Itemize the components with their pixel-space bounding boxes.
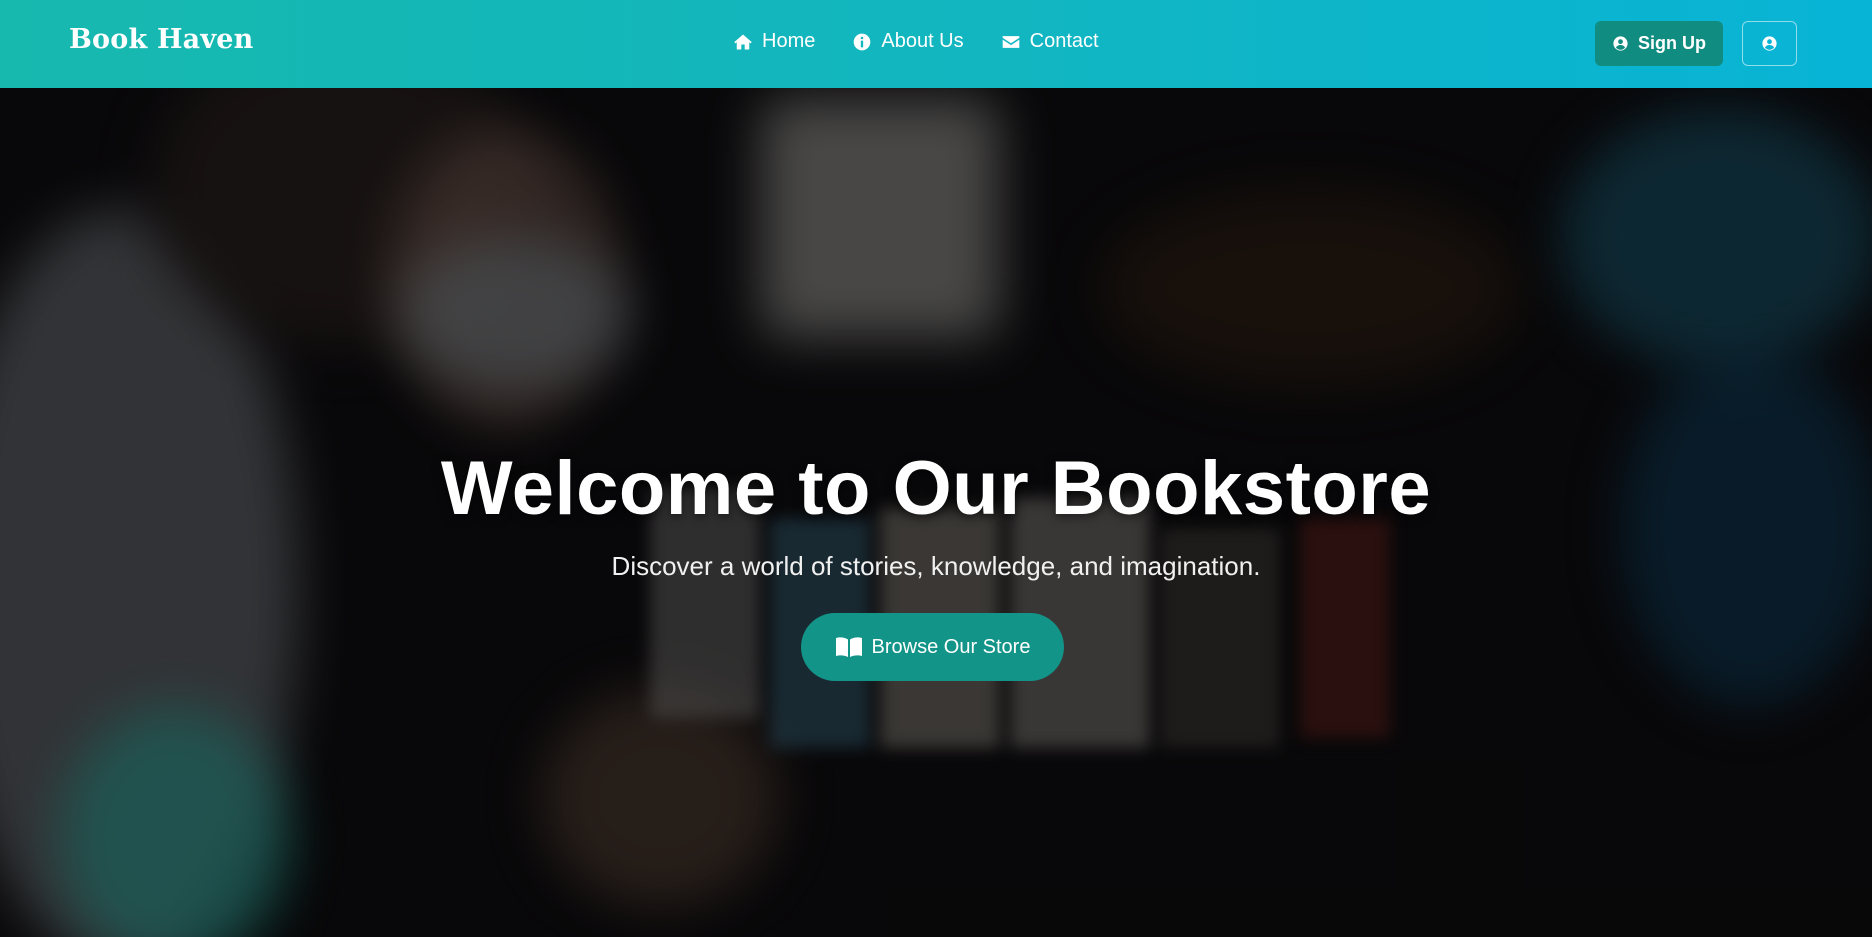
nav-link-about[interactable]: About Us <box>852 30 964 53</box>
open-book-icon <box>835 637 862 657</box>
hero-subtitle: Discover a world of stories, knowledge, … <box>611 551 1261 581</box>
nav-link-home[interactable]: Home <box>733 30 815 53</box>
brand-logo[interactable]: Book Haven <box>69 24 253 55</box>
user-circle-icon <box>1613 36 1628 51</box>
account-button[interactable] <box>1742 21 1797 66</box>
nav-link-label: Contact <box>1029 30 1099 52</box>
browse-store-button[interactable]: Browse Our Store <box>801 613 1064 681</box>
info-circle-icon <box>854 33 871 50</box>
nav-link-label: About Us <box>881 30 964 52</box>
nav-link-contact[interactable]: Contact <box>1001 30 1099 53</box>
browse-store-label: Browse Our Store <box>871 635 1031 658</box>
sign-up-label: Sign Up <box>1638 33 1706 53</box>
home-icon <box>734 34 752 49</box>
nav-link-label: Home <box>762 30 816 52</box>
nav-links: Home About Us Contact <box>733 30 1136 53</box>
hero-section: Welcome to Our Bookstore Discover a worl… <box>0 88 1872 937</box>
envelope-icon <box>1002 35 1019 48</box>
sign-up-button[interactable]: Sign Up <box>1595 21 1723 66</box>
top-navbar: Book Haven Home About Us Contact Sign Up <box>0 0 1872 88</box>
hero-title: Welcome to Our Bookstore <box>440 446 1432 531</box>
user-circle-icon <box>1762 36 1777 51</box>
